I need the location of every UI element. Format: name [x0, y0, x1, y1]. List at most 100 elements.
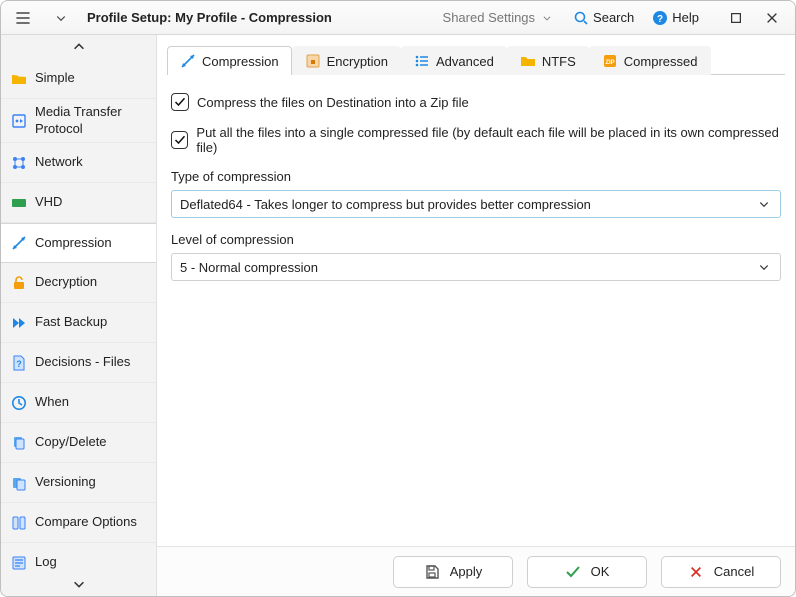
- sidebar-item-label: Simple: [35, 70, 75, 86]
- sidebar-item-compression[interactable]: Compression: [1, 223, 156, 263]
- sidebar-item-copy-delete[interactable]: Copy/Delete: [1, 423, 156, 463]
- list-icon: [414, 53, 430, 69]
- history-dropdown-button[interactable]: [45, 6, 77, 30]
- close-icon: [764, 10, 780, 26]
- compare-icon: [11, 515, 27, 531]
- clock-icon: [11, 395, 27, 411]
- type-select[interactable]: Deflated64 - Takes longer to compress bu…: [171, 190, 781, 218]
- folder-icon: [520, 53, 536, 69]
- sidebar: Simple Media Transfer Protocol Network V…: [1, 35, 157, 596]
- file-question-icon: ?: [11, 355, 27, 371]
- sidebar-item-label: Decisions - Files: [35, 354, 130, 370]
- tabs: Compression Encryption Advanced NTFS: [167, 45, 785, 75]
- level-label: Level of compression: [171, 232, 781, 247]
- check-icon: [565, 564, 581, 580]
- sidebar-item-network[interactable]: Network: [1, 143, 156, 183]
- search-button[interactable]: Search: [565, 6, 642, 30]
- svg-text:?: ?: [657, 14, 663, 25]
- checkbox-checked-icon: [171, 131, 188, 149]
- cancel-button[interactable]: Cancel: [661, 556, 781, 588]
- tab-label: NTFS: [542, 54, 576, 69]
- button-label: OK: [591, 564, 610, 579]
- sidebar-items: Simple Media Transfer Protocol Network V…: [1, 59, 156, 572]
- tab-ntfs[interactable]: NTFS: [507, 46, 589, 75]
- compress-icon: [11, 235, 27, 251]
- versioning-icon: [11, 475, 27, 491]
- network-icon: [11, 155, 27, 171]
- chevron-down-icon: [539, 10, 555, 26]
- chevron-down-icon: [53, 10, 69, 26]
- sidebar-item-label: Compression: [35, 235, 112, 251]
- checkbox-single-file[interactable]: Put all the files into a single compress…: [171, 125, 781, 155]
- chevron-down-icon: [756, 259, 772, 275]
- main-panel: Compression Encryption Advanced NTFS: [157, 35, 795, 596]
- sidebar-item-log[interactable]: Log: [1, 543, 156, 572]
- sidebar-item-label: Compare Options: [35, 514, 137, 530]
- profile-setup-window: Profile Setup: My Profile - Compression …: [0, 0, 796, 597]
- sidebar-item-vhd[interactable]: VHD: [1, 183, 156, 223]
- help-button[interactable]: ? Help: [644, 6, 707, 30]
- help-label: Help: [672, 10, 699, 25]
- checkbox-compress-dest[interactable]: Compress the files on Destination into a…: [171, 93, 781, 111]
- sidebar-item-mtp[interactable]: Media Transfer Protocol: [1, 99, 156, 143]
- level-select[interactable]: 5 - Normal compression: [171, 253, 781, 281]
- sidebar-item-label: Media Transfer Protocol: [35, 104, 146, 137]
- device-icon: [11, 113, 27, 129]
- tab-compression[interactable]: Compression: [167, 46, 292, 75]
- help-icon: ?: [652, 10, 668, 26]
- sidebar-item-label: Versioning: [35, 474, 96, 490]
- apply-button[interactable]: Apply: [393, 556, 513, 588]
- zip-icon: ZIP: [602, 53, 618, 69]
- svg-text:ZIP: ZIP: [605, 60, 614, 66]
- button-label: Apply: [450, 564, 483, 579]
- sidebar-item-decryption[interactable]: Decryption: [1, 263, 156, 303]
- sidebar-item-fast-backup[interactable]: Fast Backup: [1, 303, 156, 343]
- checkbox-label: Put all the files into a single compress…: [196, 125, 781, 155]
- search-icon: [573, 10, 589, 26]
- select-value: Deflated64 - Takes longer to compress bu…: [180, 197, 591, 212]
- sidebar-item-label: Fast Backup: [35, 314, 107, 330]
- tab-compressed[interactable]: ZIP Compressed: [589, 46, 711, 75]
- sidebar-item-label: VHD: [35, 194, 62, 210]
- sidebar-item-label: Log: [35, 554, 57, 570]
- tab-advanced[interactable]: Advanced: [401, 46, 507, 75]
- lock-open-icon: [11, 275, 27, 291]
- x-icon: [688, 564, 704, 580]
- shared-settings-button[interactable]: Shared Settings: [435, 6, 564, 30]
- sidebar-scroll-up[interactable]: [1, 35, 156, 59]
- sidebar-item-simple[interactable]: Simple: [1, 59, 156, 99]
- chevron-up-icon: [71, 39, 87, 55]
- vhd-icon: [11, 195, 27, 211]
- window-title: Profile Setup: My Profile - Compression: [87, 10, 332, 25]
- shared-settings-label: Shared Settings: [443, 10, 536, 25]
- select-value: 5 - Normal compression: [180, 260, 318, 275]
- lock-icon: [305, 53, 321, 69]
- tab-content: Compress the files on Destination into a…: [157, 75, 795, 546]
- compress-icon: [180, 53, 196, 69]
- folder-icon: [11, 71, 27, 87]
- sidebar-item-label: When: [35, 394, 69, 410]
- tab-label: Encryption: [327, 54, 388, 69]
- copy-icon: [11, 435, 27, 451]
- svg-text:?: ?: [16, 359, 22, 369]
- footer: Apply OK Cancel: [157, 546, 795, 596]
- hamburger-menu-button[interactable]: [7, 6, 39, 30]
- save-icon: [424, 564, 440, 580]
- chevron-down-icon: [71, 576, 87, 592]
- sidebar-item-compare-options[interactable]: Compare Options: [1, 503, 156, 543]
- type-label: Type of compression: [171, 169, 781, 184]
- maximize-button[interactable]: [719, 4, 753, 32]
- sidebar-item-decisions-files[interactable]: ? Decisions - Files: [1, 343, 156, 383]
- sidebar-item-versioning[interactable]: Versioning: [1, 463, 156, 503]
- tab-label: Compression: [202, 54, 279, 69]
- tab-label: Compressed: [624, 54, 698, 69]
- fast-forward-icon: [11, 315, 27, 331]
- sidebar-item-when[interactable]: When: [1, 383, 156, 423]
- ok-button[interactable]: OK: [527, 556, 647, 588]
- sidebar-scroll-down[interactable]: [1, 572, 156, 596]
- sidebar-item-label: Copy/Delete: [35, 434, 107, 450]
- maximize-icon: [728, 10, 744, 26]
- log-icon: [11, 555, 27, 571]
- tab-encryption[interactable]: Encryption: [292, 46, 401, 75]
- close-button[interactable]: [755, 4, 789, 32]
